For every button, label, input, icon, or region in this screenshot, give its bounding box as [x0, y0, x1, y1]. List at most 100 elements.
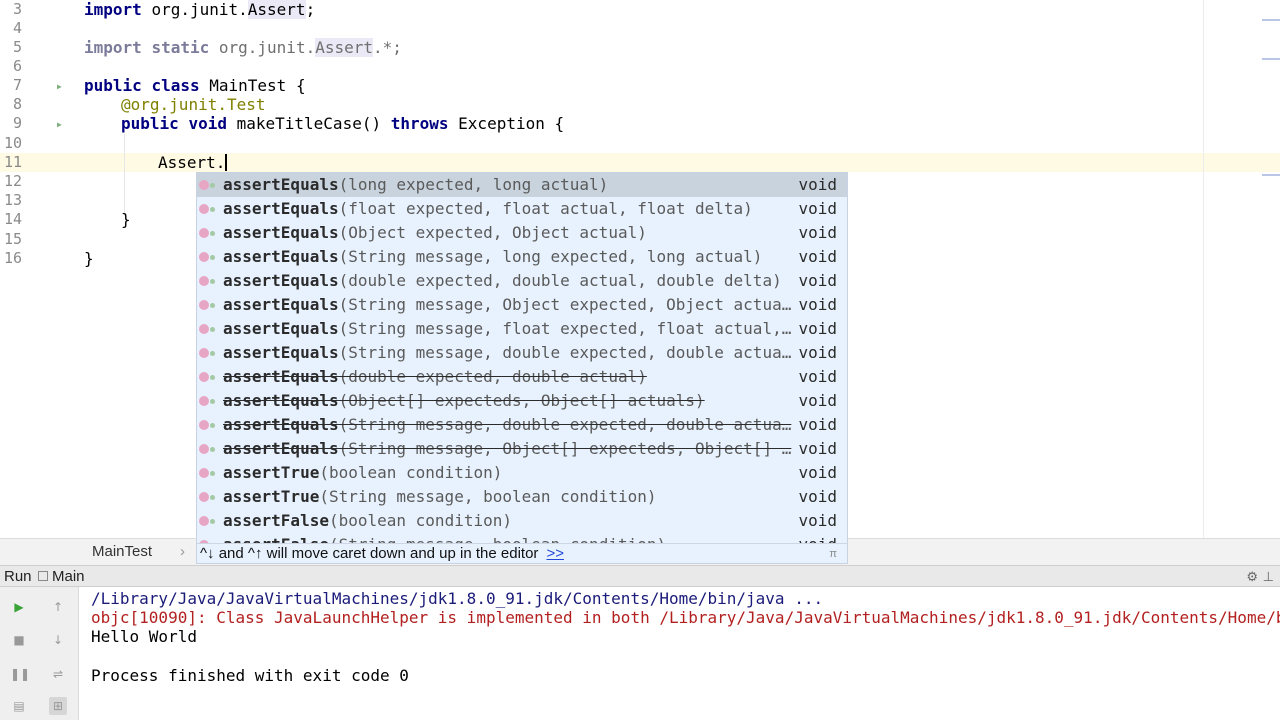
completion-method-name: assertTrue(boolean condition) — [223, 461, 502, 485]
method-params: (double expected, double actual) — [338, 367, 647, 386]
run-config-icon — [38, 571, 48, 581]
completion-item[interactable]: assertEquals(Object expected, Object act… — [197, 221, 847, 245]
down-arrow-icon[interactable]: ↓ — [49, 631, 67, 649]
method-name: assertEquals — [223, 295, 339, 314]
return-type: void — [798, 463, 837, 482]
method-name: assertEquals — [223, 367, 339, 386]
hide-icon[interactable]: ⊥ — [1263, 566, 1274, 588]
method-icon — [199, 468, 215, 478]
scroll-marker[interactable] — [1262, 174, 1280, 176]
return-type: void — [798, 175, 837, 194]
gear-icon[interactable]: ⚙ — [1246, 566, 1258, 588]
method-params: (String message, double expected, double… — [338, 415, 792, 434]
typed-text: Assert. — [158, 153, 226, 172]
completion-method-name: assertEquals(Object expected, Object act… — [223, 221, 647, 245]
return-type: void — [798, 415, 837, 434]
line-number: 13 — [3, 191, 22, 209]
method-params: (String message, boolean condition) — [319, 487, 657, 506]
code-line-8: @org.junit.Test — [121, 95, 266, 114]
run-test-class-icon[interactable]: ▶ — [57, 77, 62, 96]
play-icon[interactable]: ▶ — [10, 598, 28, 616]
pause-icon[interactable]: ❚❚ — [10, 665, 30, 683]
annotation: org.junit.Test — [130, 95, 266, 114]
stop-icon[interactable]: ■ — [10, 631, 28, 649]
completion-item[interactable]: assertEquals(double expected, double act… — [197, 365, 847, 389]
scroll-marker[interactable] — [1262, 58, 1280, 60]
completion-item[interactable]: assertEquals(float expected, float actua… — [197, 197, 847, 221]
completion-item[interactable]: assertEquals(String message, Object expe… — [197, 293, 847, 317]
keyword: public — [121, 114, 179, 133]
pi-icon[interactable]: π — [829, 544, 837, 563]
code-line-7: public class MainTest { — [84, 76, 306, 95]
code-completion-popup[interactable]: assertEquals(long expected, long actual)… — [196, 172, 848, 564]
method-icon — [199, 492, 215, 502]
line-number: 6 — [12, 57, 22, 75]
method-icon — [199, 348, 215, 358]
return-type: void — [798, 343, 837, 362]
completion-item[interactable]: assertEquals(long expected, long actual)… — [197, 173, 847, 197]
keyword: void — [188, 114, 227, 133]
keyword: import — [84, 0, 142, 19]
completion-item[interactable]: assertEquals(String message, Object[] ex… — [197, 437, 847, 461]
method-name: assertEquals — [223, 319, 339, 338]
completion-item[interactable]: assertEquals(Object[] expecteds, Object[… — [197, 389, 847, 413]
footer-more-link[interactable]: >> — [546, 545, 564, 562]
return-type: void — [798, 367, 837, 386]
completion-item[interactable]: assertEquals(double expected, double act… — [197, 269, 847, 293]
breadcrumb-item[interactable]: MainTest — [92, 543, 152, 560]
line-number: 4 — [12, 19, 22, 37]
wrap-icon[interactable]: ⇌ — [49, 665, 67, 683]
run-toolbar: ▶ ↑ ■ ↓ ❚❚ ⇌ ▤ ⊞ — [0, 587, 79, 720]
console-line: Process finished with exit code 0 — [91, 666, 409, 685]
completion-method-name: assertEquals(Object[] expecteds, Object[… — [223, 389, 705, 413]
method-params: (Object[] expecteds, Object[] actuals) — [338, 391, 705, 410]
right-margin-guide — [1203, 0, 1204, 538]
completion-item[interactable]: assertFalse(boolean condition) void — [197, 509, 847, 533]
completion-item[interactable]: assertTrue(String message, boolean condi… — [197, 485, 847, 509]
run-test-method-icon[interactable]: ▶ — [57, 115, 62, 134]
pin-icon[interactable]: ⊞ — [49, 697, 67, 715]
line-number: 9 — [12, 114, 22, 132]
indent-guide — [124, 134, 125, 216]
method-icon — [199, 324, 215, 334]
method-name: assertTrue — [223, 487, 320, 506]
completion-method-name: assertEquals(double expected, double act… — [223, 269, 782, 293]
keyword: import — [84, 38, 142, 57]
method-icon — [199, 444, 215, 454]
dump-icon[interactable]: ▤ — [10, 697, 28, 715]
return-type: void — [798, 199, 837, 218]
method-icon — [199, 276, 215, 286]
completion-item[interactable]: assertEquals(String message, float expec… — [197, 317, 847, 341]
up-arrow-icon[interactable]: ↑ — [49, 598, 67, 616]
method-params: (boolean condition) — [319, 463, 503, 482]
completion-item[interactable]: assertEquals(String message, double expe… — [197, 413, 847, 437]
line-number: 12 — [3, 172, 22, 190]
completion-method-name: assertEquals(float expected, float actua… — [223, 197, 753, 221]
method-name: assertEquals — [223, 343, 339, 362]
completion-item[interactable]: assertTrue(boolean condition) void — [197, 461, 847, 485]
method-name: assertFalse — [223, 511, 329, 530]
code-line-11[interactable]: Assert. — [158, 153, 228, 172]
method-name: assertEquals — [223, 415, 339, 434]
line-number: 15 — [3, 230, 22, 248]
exception: Exception { — [448, 114, 565, 133]
code-line-3: import org.junit.Assert; — [84, 0, 315, 19]
keyword: throws — [390, 114, 449, 133]
method-icon — [199, 180, 215, 190]
completion-item[interactable]: assertEquals(String message, double expe… — [197, 341, 847, 365]
method-params: (double expected, double actual, double … — [338, 271, 782, 290]
tab-main[interactable]: Main — [52, 566, 85, 588]
method-name: assertEquals — [223, 271, 339, 290]
completion-method-name: assertEquals(String message, Object expe… — [223, 293, 791, 317]
run-console[interactable]: /Library/Java/JavaVirtualMachines/jdk1.8… — [79, 587, 1280, 720]
method-params: (String message, Object expected, Object… — [338, 295, 792, 314]
line-number: 8 — [12, 95, 22, 113]
completion-method-name: assertEquals(long expected, long actual) — [223, 173, 608, 197]
keyword: public — [84, 76, 142, 95]
method-params: (String message, float expected, float a… — [338, 319, 792, 338]
completion-method-name: assertEquals(double expected, double act… — [223, 365, 647, 389]
code-line-16: } — [84, 249, 94, 268]
class-ref: Assert — [315, 38, 373, 57]
completion-item[interactable]: assertEquals(String message, long expect… — [197, 245, 847, 269]
scroll-marker[interactable] — [1262, 19, 1280, 21]
